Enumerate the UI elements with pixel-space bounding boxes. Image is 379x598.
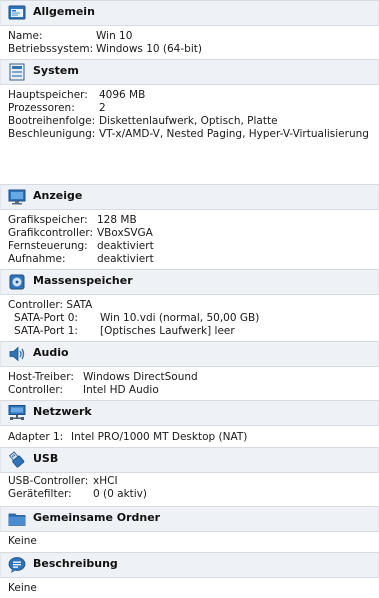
section-header-usb[interactable]: USB [0, 447, 379, 473]
section-title: Allgemein [33, 5, 95, 18]
detail-value: Windows DirectSound [83, 371, 198, 383]
detail-value: Win 10.vdi (normal, 50,00 GB) [100, 312, 260, 324]
section-title: Netzwerk [33, 405, 92, 418]
system-chip-icon [8, 63, 26, 81]
detail-label: SATA-Port 1: [14, 325, 78, 337]
section-header-netzwerk[interactable]: Netzwerk [0, 400, 379, 426]
detail-label: SATA-Port 0: [14, 312, 78, 324]
detail-value: Win 10 [96, 30, 133, 42]
detail-label: Gerätefilter: [8, 488, 72, 500]
section-header-audio[interactable]: Audio [0, 341, 379, 367]
section-title: Massenspeicher [33, 274, 133, 287]
section-header-system[interactable]: System [0, 59, 379, 85]
general-settings-icon [8, 4, 26, 22]
detail-label: Host-Treiber: [8, 371, 74, 383]
detail-label: Bootreihenfolge: [8, 115, 96, 127]
detail-value: 4096 MB [99, 89, 146, 101]
detail-label: Controller: [8, 384, 64, 396]
section-title: System [33, 64, 79, 77]
speaker-icon [8, 345, 26, 363]
section-header-allgemein[interactable]: Allgemein [0, 0, 379, 26]
detail-label: Name: [8, 30, 43, 42]
detail-value: Diskettenlaufwerk, Optisch, Platte [99, 115, 278, 127]
detail-value: 2 [99, 102, 106, 114]
section-title: Anzeige [33, 189, 83, 202]
usb-plug-icon [8, 451, 26, 469]
section-title: Gemeinsame Ordner [33, 511, 161, 524]
detail-value: Intel HD Audio [83, 384, 159, 396]
detail-label: Fernsteuerung: [8, 240, 88, 252]
detail-value: VBoxSVGA [97, 227, 153, 239]
detail-label: Adapter 1: [8, 431, 64, 443]
detail-value: 0 (0 aktiv) [93, 488, 147, 500]
detail-label: Keine [8, 535, 37, 547]
section-title: USB [33, 452, 59, 465]
detail-label: Hauptspeicher: [8, 89, 88, 101]
section-title: Beschreibung [33, 557, 118, 570]
detail-label: Keine [8, 582, 37, 594]
detail-label: USB-Controller: [8, 475, 89, 487]
detail-label: Prozessoren: [8, 102, 75, 114]
storage-disk-icon [8, 273, 26, 291]
detail-value: 128 MB [97, 214, 137, 226]
detail-value: deaktiviert [97, 253, 154, 265]
section-header-gemeinsame-ordner[interactable]: Gemeinsame Ordner [0, 506, 379, 532]
detail-label: Grafikspeicher: [8, 214, 88, 226]
detail-label: Betriebssystem: [8, 43, 94, 55]
display-monitor-icon [8, 188, 26, 206]
detail-label: Grafikcontroller: [8, 227, 94, 239]
vm-details-panel: Allgemein Name: Win 10 Betriebssystem: W… [0, 0, 379, 598]
detail-value: deaktiviert [97, 240, 154, 252]
section-header-beschreibung[interactable]: Beschreibung [0, 552, 379, 578]
detail-value: Intel PRO/1000 MT Desktop (NAT) [71, 431, 248, 443]
detail-label: Beschleunigung: [8, 128, 96, 140]
network-icon [8, 404, 26, 422]
section-header-anzeige[interactable]: Anzeige [0, 184, 379, 210]
description-speech-bubble-icon [8, 556, 26, 574]
detail-label: Controller: SATA [8, 299, 93, 311]
detail-value: xHCI [93, 475, 118, 487]
detail-value: [Optisches Laufwerk] leer [100, 325, 235, 337]
shared-folder-icon [8, 510, 26, 528]
section-title: Audio [33, 346, 69, 359]
detail-value: Windows 10 (64-bit) [96, 43, 202, 55]
section-header-massenspeicher[interactable]: Massenspeicher [0, 269, 379, 295]
detail-value: VT-x/AMD-V, Nested Paging, Hyper-V-Virtu… [99, 128, 369, 140]
detail-label: Aufnahme: [8, 253, 66, 265]
